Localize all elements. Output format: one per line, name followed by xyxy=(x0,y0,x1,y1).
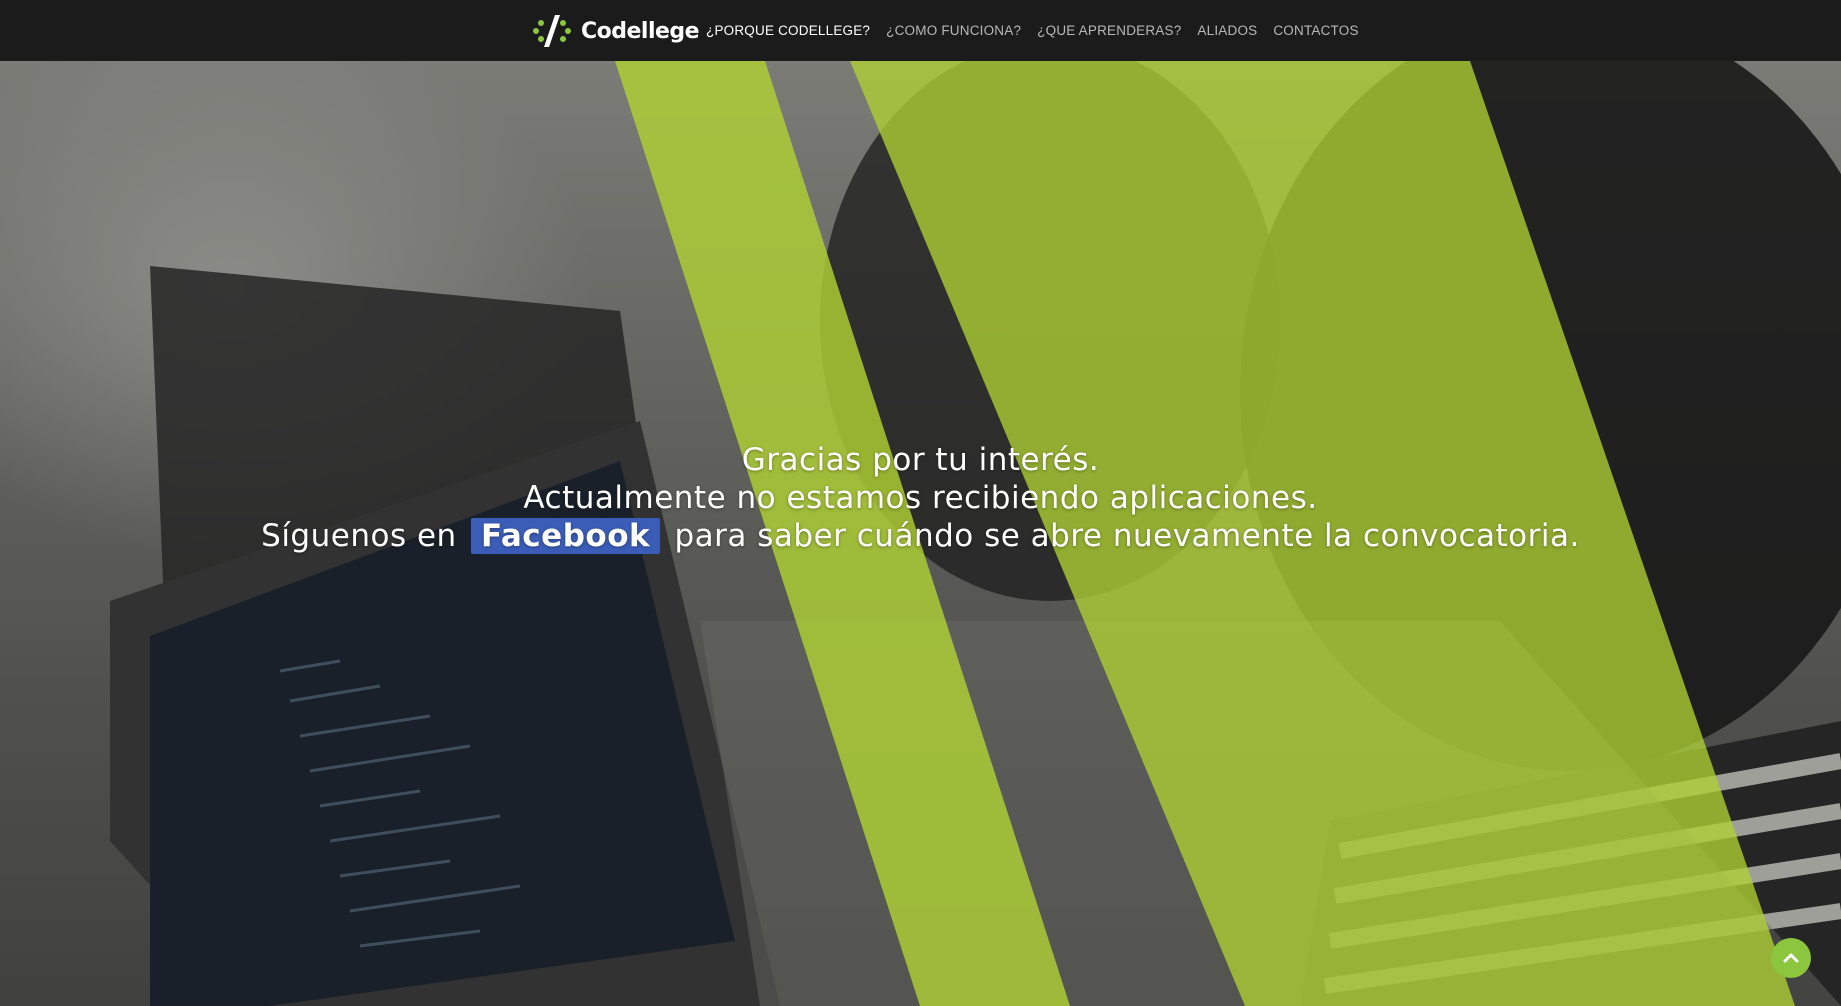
hero-follow-suffix: para saber cuándo se abre nuevamente la … xyxy=(674,518,1580,554)
nav-item: ¿COMO FUNCIONA? xyxy=(886,22,1021,40)
top-navbar: Codellege ¿PORQUE CODELLEGE? ¿COMO FUNCI… xyxy=(0,0,1841,61)
brand-name: Codellege xyxy=(581,18,700,44)
nav-item: CONTACTOS xyxy=(1273,22,1358,40)
hero-line-thanks: Gracias por tu interés. xyxy=(741,442,1100,478)
chevron-up-icon xyxy=(1783,953,1799,963)
hero-follow-prefix: Síguenos en xyxy=(261,518,457,554)
hero-line-follow: Síguenos en Facebook para saber cuándo s… xyxy=(0,517,1841,555)
nav-item: ¿QUE APRENDERAS? xyxy=(1037,22,1181,40)
facebook-link[interactable]: Facebook xyxy=(471,518,661,554)
nav-link-contactos[interactable]: CONTACTOS xyxy=(1273,23,1358,38)
nav-link-porque[interactable]: ¿PORQUE CODELLEGE? xyxy=(706,23,870,38)
hero-message: Gracias por tu interés. Actualmente no e… xyxy=(0,441,1841,555)
main-nav: ¿PORQUE CODELLEGE? ¿COMO FUNCIONA? ¿QUE … xyxy=(706,0,1359,61)
hero-line-closed: Actualmente no estamos recibiendo aplica… xyxy=(523,480,1318,516)
nav-link-como-funciona[interactable]: ¿COMO FUNCIONA? xyxy=(886,23,1021,38)
hero-section: Gracias por tu interés. Actualmente no e… xyxy=(0,61,1841,1006)
brand-logo-link[interactable]: Codellege xyxy=(531,12,700,50)
nav-item: ¿PORQUE CODELLEGE? xyxy=(706,22,870,40)
nav-link-aliados[interactable]: ALIADOS xyxy=(1197,23,1257,38)
nav-link-que-aprenderas[interactable]: ¿QUE APRENDERAS? xyxy=(1037,23,1181,38)
nav-item: ALIADOS xyxy=(1197,22,1257,40)
scroll-to-top-button[interactable] xyxy=(1771,938,1811,978)
code-slash-icon xyxy=(533,15,571,47)
